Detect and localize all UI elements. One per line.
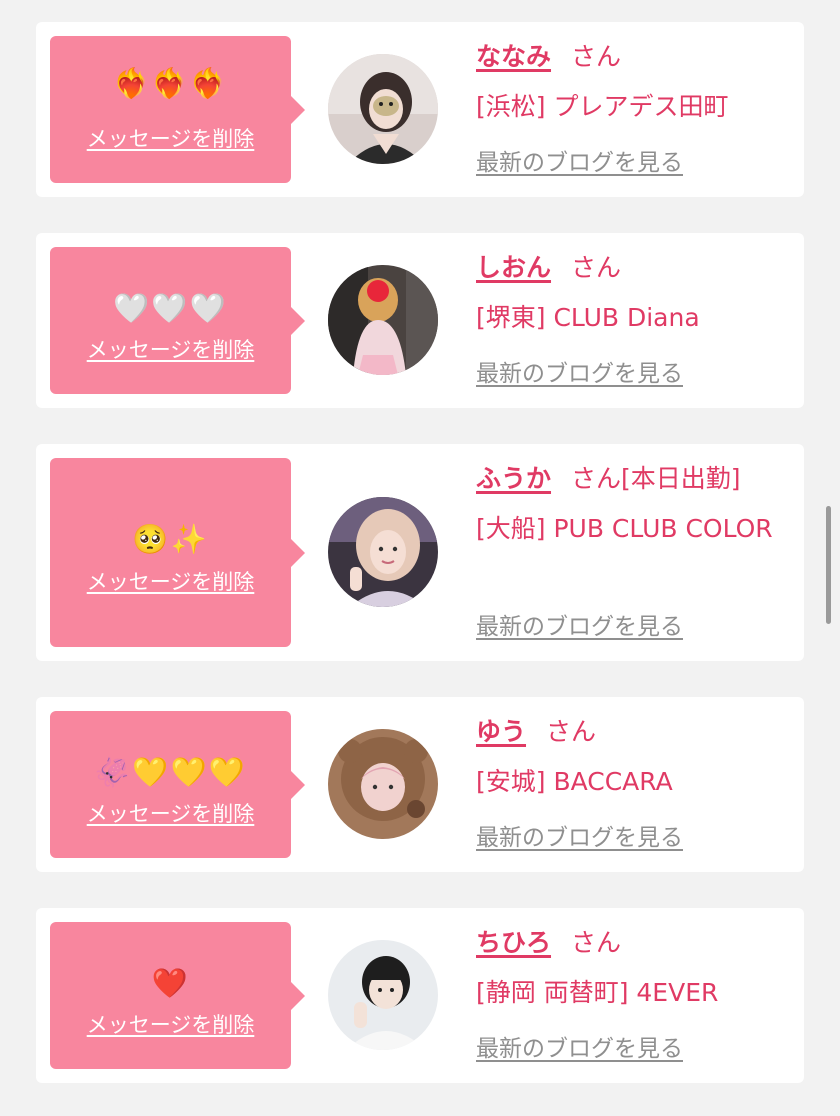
girl-info: ゆう さん [安城] BACCARA bbox=[476, 715, 794, 803]
message-card: ❤️‍🔥❤️‍🔥❤️‍🔥 メッセージを削除 ななみ さん [浜松] プレアデス田町… bbox=[36, 22, 804, 197]
name-line: しおん さん bbox=[476, 251, 794, 285]
delete-message-link[interactable]: メッセージを削除 bbox=[50, 801, 291, 827]
message-emoji: ❤️ bbox=[151, 966, 190, 1000]
shop-name: [大船] PUB CLUB COLOR bbox=[476, 514, 773, 543]
avatar[interactable] bbox=[328, 497, 438, 607]
message-bubble: 🦑💛💛💛 メッセージを削除 bbox=[50, 711, 305, 858]
avatar[interactable] bbox=[328, 729, 438, 839]
scrollbar[interactable] bbox=[826, 506, 831, 624]
honorific: さん bbox=[571, 464, 622, 493]
delete-message-link[interactable]: メッセージを削除 bbox=[50, 569, 291, 595]
girl-info: しおん さん [堺東] CLUB Diana bbox=[476, 251, 794, 339]
latest-blog-link[interactable]: 最新のブログを見る bbox=[476, 148, 683, 178]
message-emoji: ❤️‍🔥❤️‍🔥❤️‍🔥 bbox=[113, 66, 228, 100]
girl-photo-avatar-icon bbox=[328, 940, 438, 1050]
message-emoji: 🤍🤍🤍 bbox=[113, 291, 228, 325]
latest-blog-link[interactable]: 最新のブログを見る bbox=[476, 823, 683, 853]
girl-name-link[interactable]: ゆう bbox=[476, 717, 526, 746]
message-card: 🦑💛💛💛 メッセージを削除 ゆう さん [安城] BACCARA 最新のブログを見… bbox=[36, 697, 804, 872]
latest-blog-link[interactable]: 最新のブログを見る bbox=[476, 612, 683, 642]
latest-blog-link[interactable]: 最新のブログを見る bbox=[476, 1034, 683, 1064]
message-card: 🥺✨ メッセージを削除 ふうか さん[本日出勤] [大船] PUB CLUB CO… bbox=[36, 444, 804, 661]
honorific: さん bbox=[546, 717, 597, 746]
girl-info: ちひろ さん [静岡 両替町] 4EVER bbox=[476, 926, 794, 1014]
delete-message-link[interactable]: メッセージを削除 bbox=[50, 1012, 291, 1038]
shop-name: [静岡 両替町] 4EVER bbox=[476, 978, 719, 1007]
girl-name-link[interactable]: ちひろ bbox=[476, 928, 551, 957]
shop-name: [浜松] プレアデス田町 bbox=[476, 92, 729, 121]
message-card: 🤍🤍🤍 メッセージを削除 しおん さん [堺東] CLUB Diana 最新のブロ… bbox=[36, 233, 804, 408]
name-line: ゆう さん bbox=[476, 715, 794, 749]
girl-info: ふうか さん[本日出勤] [大船] PUB CLUB COLOR bbox=[476, 462, 794, 550]
name-line: ななみ さん bbox=[476, 40, 794, 74]
girl-info: ななみ さん [浜松] プレアデス田町 bbox=[476, 40, 794, 128]
avatar[interactable] bbox=[328, 265, 438, 375]
delete-message-link[interactable]: メッセージを削除 bbox=[50, 126, 291, 152]
message-emoji: 🦑💛💛💛 bbox=[94, 755, 247, 789]
avatar[interactable] bbox=[328, 940, 438, 1050]
shop-name: [安城] BACCARA bbox=[476, 767, 673, 796]
message-bubble: 🥺✨ メッセージを削除 bbox=[50, 458, 305, 647]
message-bubble: 🤍🤍🤍 メッセージを削除 bbox=[50, 247, 305, 394]
girl-photo-avatar-icon bbox=[328, 265, 438, 375]
message-bubble: ❤️ メッセージを削除 bbox=[50, 922, 305, 1069]
girl-photo-avatar-icon bbox=[328, 497, 438, 607]
honorific: さん bbox=[571, 42, 622, 71]
message-emoji: 🥺✨ bbox=[132, 522, 209, 556]
message-card: ❤️ メッセージを削除 ちひろ さん [静岡 両替町] 4EVER 最新のブログを… bbox=[36, 908, 804, 1083]
honorific: さん bbox=[571, 253, 622, 282]
girl-photo-avatar-icon bbox=[328, 54, 438, 164]
latest-blog-link[interactable]: 最新のブログを見る bbox=[476, 359, 683, 389]
shop-name: [堺東] CLUB Diana bbox=[476, 303, 700, 332]
name-line: ちひろ さん bbox=[476, 926, 794, 960]
delete-message-link[interactable]: メッセージを削除 bbox=[50, 337, 291, 363]
avatar[interactable] bbox=[328, 54, 438, 164]
girl-photo-avatar-icon bbox=[328, 729, 438, 839]
girl-name-link[interactable]: ふうか bbox=[476, 464, 551, 493]
honorific: さん bbox=[571, 928, 622, 957]
name-line: ふうか さん[本日出勤] bbox=[476, 462, 794, 496]
girl-name-link[interactable]: しおん bbox=[476, 253, 551, 282]
message-bubble: ❤️‍🔥❤️‍🔥❤️‍🔥 メッセージを削除 bbox=[50, 36, 305, 183]
girl-name-link[interactable]: ななみ bbox=[476, 42, 551, 71]
work-status: [本日出勤] bbox=[621, 464, 741, 493]
